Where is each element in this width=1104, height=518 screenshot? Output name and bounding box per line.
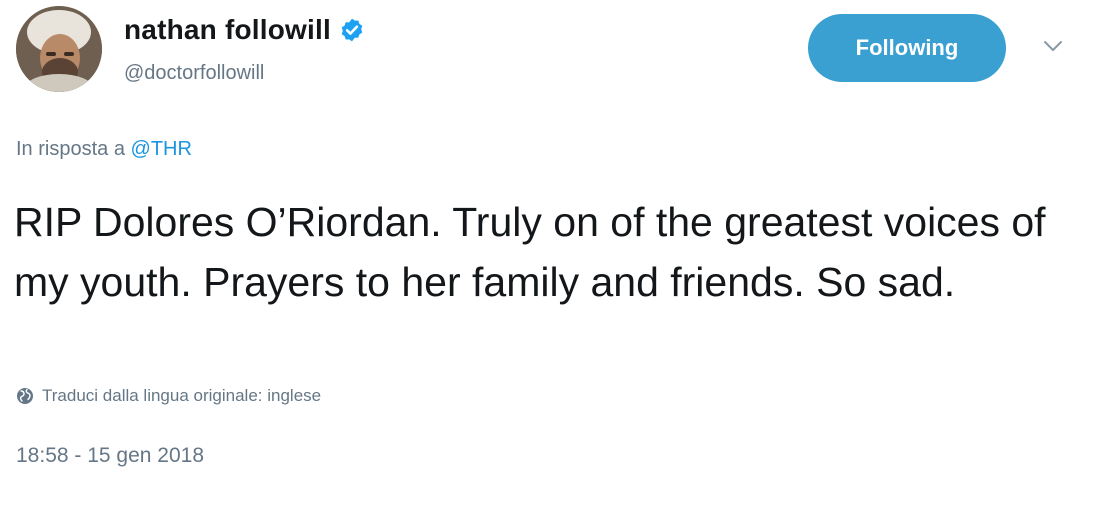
translate-label: Traduci dalla lingua originale: inglese [42,386,322,405]
reply-context: In risposta a @THR [16,138,192,161]
avatar-image [16,6,102,92]
translate-link[interactable]: Traduci dalla lingua originale: inglese [16,386,321,406]
reply-prefix: In risposta a [16,138,125,160]
globe-icon [17,388,33,404]
user-name-row: nathan followill [124,14,365,46]
verified-badge-icon [341,18,363,42]
tweet-timestamp[interactable]: 18:58 - 15 gen 2018 [16,444,204,468]
tweet-text: RIP Dolores O’Riordan. Truly on of the g… [14,199,1046,305]
following-button[interactable]: Following [808,14,1006,82]
display-name[interactable]: nathan followill [124,14,331,46]
user-handle[interactable]: @doctorfollowill [124,62,264,85]
avatar[interactable] [16,6,102,92]
chevron-down-icon [1044,41,1062,51]
more-options-button[interactable] [1042,38,1064,54]
reply-to-link[interactable]: @THR [131,138,192,160]
